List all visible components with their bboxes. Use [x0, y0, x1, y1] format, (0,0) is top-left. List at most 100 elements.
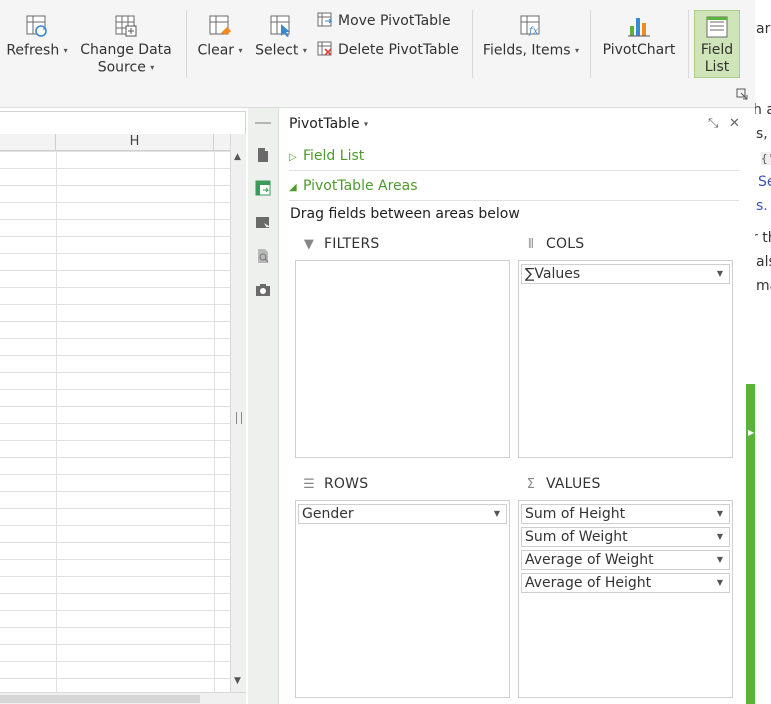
background-text-line: Se: [758, 174, 771, 190]
fields-items-label: Fields, Items: [482, 42, 571, 59]
column-divider: [214, 151, 215, 692]
chevron-down-icon[interactable]: ▼: [717, 505, 723, 523]
background-text-line: s,: [756, 126, 768, 142]
collapse-triangle-icon: ◢: [289, 182, 297, 193]
fields-items-button[interactable]: fx Fields, Items ▾: [478, 10, 584, 78]
scroll-up-icon[interactable]: ▲: [234, 152, 241, 162]
cols-field-values[interactable]: ∑Values ▼: [521, 264, 730, 284]
collapse-icon[interactable]: ⤡: [708, 116, 718, 131]
separator: [186, 10, 187, 78]
rows-drop-area[interactable]: Gender ▼: [295, 500, 510, 698]
cols-area-label: ⦀ COLS: [524, 236, 584, 252]
chevron-down-icon[interactable]: ▼: [717, 528, 723, 546]
field-label: Sum of Weight: [525, 529, 628, 545]
filters-drop-area[interactable]: [295, 260, 510, 458]
values-drop-area[interactable]: Sum of Height ▼ Sum of Weight ▼ Average …: [518, 500, 733, 698]
table-arrow-icon[interactable]: [255, 215, 271, 231]
rows-label-text: ROWS: [324, 476, 369, 492]
cols-drop-area[interactable]: ∑Values ▼: [518, 260, 733, 458]
chevron-down-icon[interactable]: ▼: [717, 265, 723, 283]
column-header-blank: [214, 134, 230, 151]
horizontal-scroll-thumb[interactable]: [0, 695, 200, 703]
chevron-down-icon[interactable]: ▼: [494, 505, 500, 523]
clear-button[interactable]: Clear ▾: [192, 10, 248, 78]
fields-items-icon: fx: [520, 15, 540, 37]
pivotchart-label: PivotChart: [602, 42, 676, 58]
vertical-scrollbar[interactable]: ▲ ▼: [230, 134, 246, 692]
cols-label-text: COLS: [546, 236, 585, 252]
values-field-sum-weight[interactable]: Sum of Weight ▼: [521, 527, 730, 547]
field-list-label-1: Field: [700, 42, 734, 58]
scroll-down-icon[interactable]: ▼: [234, 676, 241, 686]
background-text-line: r th: [755, 230, 771, 246]
pivot-settings-icon[interactable]: [255, 180, 271, 196]
select-icon: [270, 15, 290, 37]
move-pivottable-icon: [317, 12, 333, 27]
separator: [590, 10, 591, 78]
close-icon[interactable]: ✕: [729, 116, 740, 131]
refresh-button[interactable]: Refresh ▾: [2, 10, 72, 78]
chevron-down-icon[interactable]: ▼: [717, 574, 723, 592]
formula-bar[interactable]: [0, 111, 246, 135]
change-data-source-button[interactable]: Change Data Source ▾: [76, 10, 176, 78]
values-label-text: VALUES: [546, 476, 601, 492]
values-field-avg-height[interactable]: Average of Height ▼: [521, 573, 730, 593]
background-text-line: ma: [756, 278, 771, 294]
panel-title-text: PivotTable: [289, 116, 360, 132]
values-field-sum-height[interactable]: Sum of Height ▼: [521, 504, 730, 524]
document-icon[interactable]: [255, 147, 271, 163]
field-label: Average of Weight: [525, 552, 654, 568]
filters-area-label: ▼ FILTERS: [302, 236, 379, 252]
values-area-label: Σ VALUES: [524, 476, 601, 492]
grid-cells[interactable]: [0, 151, 230, 692]
column-divider: [56, 151, 57, 692]
pivotchart-button[interactable]: PivotChart: [596, 10, 682, 78]
expand-triangle-icon: ▷: [289, 152, 297, 163]
chevron-right-icon[interactable]: ▶: [748, 428, 754, 437]
rows-field-gender[interactable]: Gender ▼: [298, 504, 507, 524]
panel-title[interactable]: PivotTable ▾: [289, 116, 368, 132]
refresh-label: Refresh: [6, 42, 60, 59]
select-button[interactable]: Select ▾: [252, 10, 310, 78]
background-text-line: h a: [755, 102, 771, 118]
change-data-source-label-2: Source: [97, 59, 146, 76]
chevron-down-icon: ▾: [238, 46, 243, 55]
column-header-g[interactable]: [0, 134, 56, 151]
panel-splitter[interactable]: ▶: [746, 384, 755, 704]
field-list-section-toggle[interactable]: ▷ Field List: [289, 148, 364, 164]
move-pivottable-button[interactable]: Move PivotTable: [317, 11, 451, 31]
field-label: ∑Values: [525, 266, 581, 282]
field-list-icon: [706, 16, 728, 38]
chevron-down-icon: ▾: [575, 46, 580, 55]
background-text-line: ar: [756, 21, 771, 37]
chevron-down-icon: ▾: [63, 46, 68, 55]
pivottable-areas-section-toggle[interactable]: ◢ PivotTable Areas: [289, 178, 418, 194]
select-label: Select: [255, 42, 299, 59]
field-list-toggle-button[interactable]: Field List: [694, 10, 740, 78]
side-toolbar: [248, 108, 279, 704]
field-label: Average of Height: [525, 575, 652, 591]
background-text-line: s.: [756, 198, 768, 214]
clear-icon: [209, 15, 231, 35]
field-label: Sum of Height: [525, 506, 626, 522]
delete-pivottable-label: Delete PivotTable: [338, 42, 460, 58]
change-data-source-icon: [115, 15, 137, 37]
delete-pivottable-button[interactable]: Delete PivotTable: [317, 40, 459, 60]
pivottable-panel: PivotTable ▾ ⤡ ✕ ▷ Field List ◢ PivotTable…: [280, 108, 746, 704]
scroll-grip-icon[interactable]: [236, 412, 242, 424]
column-header-h[interactable]: H: [56, 134, 214, 151]
chevron-down-icon[interactable]: ▾: [364, 120, 368, 129]
chevron-down-icon[interactable]: ▼: [717, 551, 723, 569]
dialog-launcher-icon[interactable]: [736, 88, 748, 100]
drag-hint: Drag fields between areas below: [290, 206, 520, 222]
horizontal-scrollbar[interactable]: [0, 692, 246, 704]
values-field-avg-weight[interactable]: Average of Weight ▼: [521, 550, 730, 570]
search-document-icon[interactable]: [255, 248, 271, 264]
ribbon-toolbar: Refresh ▾ Change Data Source ▾ Clear ▾ S…: [0, 0, 755, 108]
camera-icon[interactable]: [255, 282, 271, 298]
field-list-label-2: List: [704, 59, 730, 75]
divider: [289, 170, 739, 171]
side-divider: [255, 122, 271, 124]
change-data-source-label-1: Change Data: [80, 42, 172, 58]
background-text-line: als: [756, 254, 771, 270]
